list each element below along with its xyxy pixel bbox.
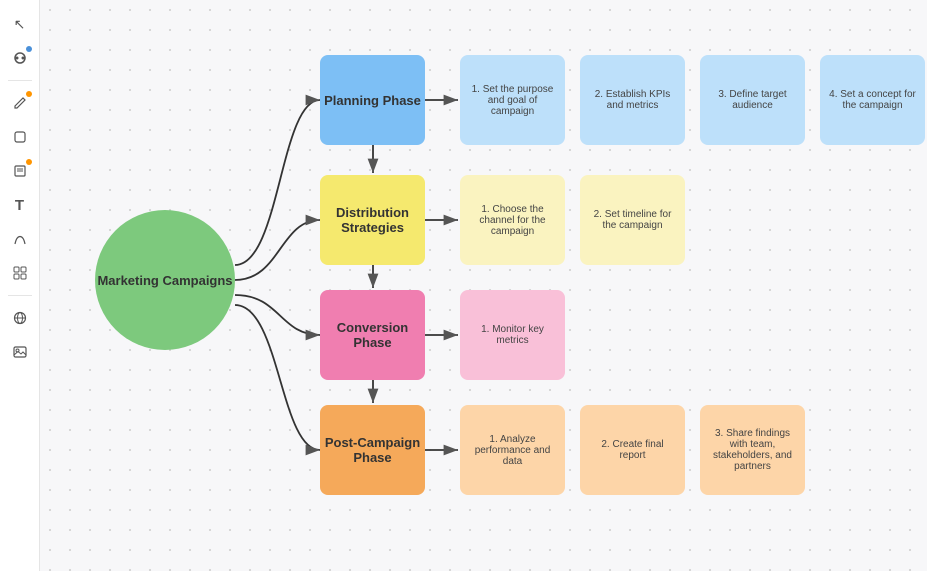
separator-1 [8,80,32,81]
distribution-card-2: 2. Set timeline for the campaign [580,175,685,265]
connector-icon[interactable] [6,225,34,253]
distribution-card-1: 1. Choose the channel for the campaign [460,175,565,265]
phase-conversion[interactable]: Conversion Phase [320,290,425,380]
separator-2 [8,295,32,296]
planning-card-3: 3. Define target audience [700,55,805,145]
conversion-card-1: 1. Monitor key metrics [460,290,565,380]
shape-icon[interactable] [6,123,34,151]
phase-planning[interactable]: Planning Phase [320,55,425,145]
planning-card-2: 2. Establish KPIs and metrics [580,55,685,145]
pen-icon[interactable] [6,89,34,117]
center-node[interactable]: Marketing Campaigns [95,210,235,350]
postcampaign-card-2: 2. Create final report [580,405,685,495]
text-icon[interactable]: T [6,191,34,219]
toolbar: ↖ T [0,0,40,571]
phase-postcampaign[interactable]: Post-Campaign Phase [320,405,425,495]
cursor-icon[interactable]: ↖ [6,10,34,38]
canvas: Marketing Campaigns Planning Phase Distr… [40,0,927,571]
image-icon[interactable] [6,338,34,366]
sticky-icon[interactable] [6,157,34,185]
planning-card-1: 1. Set the purpose and goal of campaign [460,55,565,145]
postcampaign-card-3: 3. Share findings with team, stakeholder… [700,405,805,495]
planning-card-4: 4. Set a concept for the campaign [820,55,925,145]
globe-icon[interactable] [6,304,34,332]
phase-distribution[interactable]: Distribution Strategies [320,175,425,265]
hand-icon[interactable] [6,44,34,72]
layout-icon[interactable] [6,259,34,287]
postcampaign-card-1: 1. Analyze performance and data [460,405,565,495]
